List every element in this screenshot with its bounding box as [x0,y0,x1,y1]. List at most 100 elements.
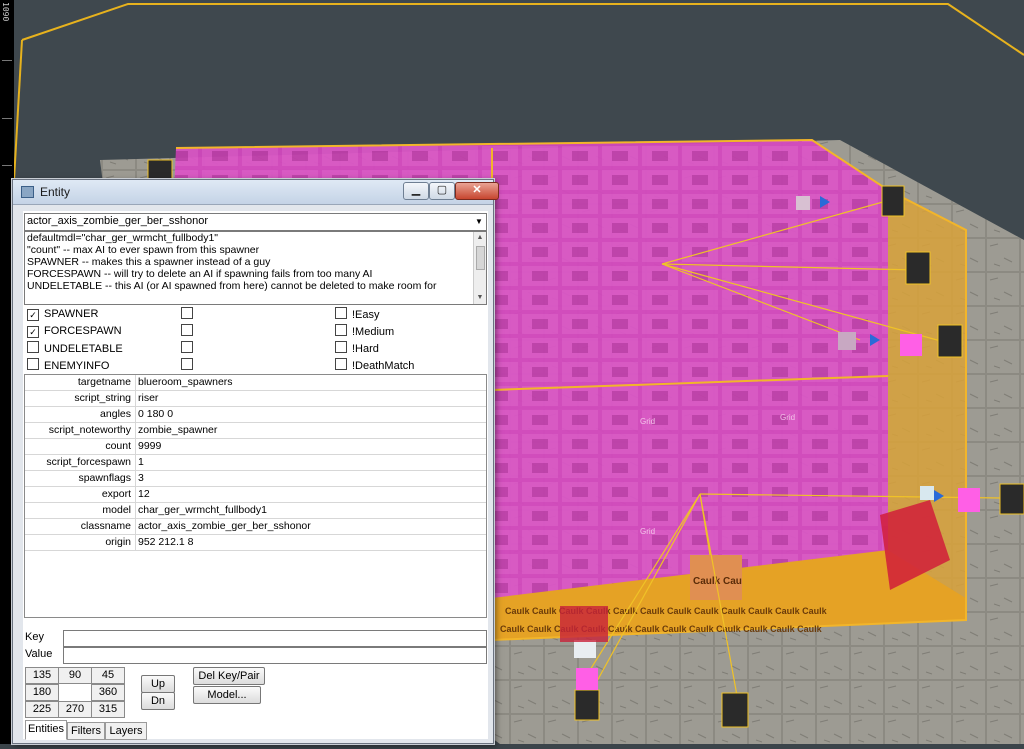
property-value: zombie_spawner [138,424,218,436]
table-row[interactable]: count 9999 [25,439,486,455]
column-divider [135,519,136,534]
key-value-list[interactable]: targetname blueroom_spawners script_strin… [24,374,487,618]
checkbox-checked-icon[interactable]: ✓ [27,326,39,338]
table-row[interactable]: script_noteworthy zombie_spawner [25,423,486,439]
angle-45-button[interactable]: 45 [91,667,125,684]
table-row[interactable]: classname actor_axis_zombie_ger_ber_sshon… [25,519,486,535]
checkbox-icon[interactable] [181,358,193,370]
flag-forcespawn[interactable]: ✓ FORCESPAWN [27,324,122,338]
minimize-button[interactable]: ▁ [403,182,429,200]
flag-not-deathmatch[interactable]: !DeathMatch [335,358,414,372]
flag-label: UNDELETABLE [44,343,123,355]
maximize-icon: ▢ [436,184,448,196]
scroll-up-icon[interactable]: ▲ [474,232,486,244]
tab-filters[interactable]: Filters [67,722,105,740]
key-label: Key [25,631,44,643]
key-input[interactable] [63,630,487,647]
angle-180-button[interactable]: 180 [25,684,59,701]
grid-label: Grid [640,417,655,426]
angle-360-button[interactable]: 360 [91,684,125,701]
table-row[interactable]: spawnflags 3 [25,471,486,487]
description-line: "count" -- max AI to ever spawn from thi… [27,244,260,256]
angle-135-button[interactable]: 135 [25,667,59,684]
caulk-label: Caulk Caulk Caulk Caulk Caulk Caulk Caul… [505,606,828,616]
table-row[interactable]: targetname blueroom_spawners [25,375,486,391]
entity-window: Entity ▁ ▢ ✕ actor_axis_zombie_ger_ber_s… [12,179,499,744]
chevron-down-icon[interactable]: ▼ [472,214,486,230]
property-key: count [105,440,131,452]
title-bar[interactable]: Entity ▁ ▢ ✕ [13,180,499,205]
scroll-down-icon[interactable]: ▼ [474,292,486,304]
flag-not-medium[interactable]: !Medium [335,324,394,338]
property-key: classname [80,520,131,532]
checkbox-checked-icon[interactable]: ✓ [27,309,39,321]
spawnflags-group: ✓ SPAWNER ✓ FORCESPAWN UNDELETABLE ENEMYIN… [25,307,485,377]
property-value: 9999 [138,440,162,452]
table-row[interactable]: model char_ger_wrmcht_fullbody1 [25,503,486,519]
property-value: 1 [138,456,144,468]
checkbox-icon[interactable] [181,307,193,319]
flag-unnamed[interactable] [181,307,198,321]
flag-unnamed[interactable] [181,358,198,372]
description-scrollbar[interactable]: ▲ ▼ [473,232,486,304]
column-divider [135,391,136,406]
angle-225-button[interactable]: 225 [25,701,59,718]
property-key: export [101,488,131,500]
table-row[interactable]: script_forcespawn 1 [25,455,486,471]
table-row[interactable]: origin 952 212.1 8 [25,535,486,551]
flag-unnamed[interactable] [181,324,198,338]
checkbox-icon[interactable] [335,307,347,319]
property-value: 0 180 0 [138,408,174,420]
model-button[interactable]: Model... [193,686,261,704]
ruler-label: 1090 [1,2,10,22]
description-box[interactable]: defaultmdl="char_ger_wrmcht_fullbody1" "… [24,231,487,305]
flag-label: !DeathMatch [352,360,415,372]
column-divider [135,407,136,422]
column-divider [135,423,136,438]
checkbox-icon[interactable] [335,341,347,353]
ruler-tick [2,60,12,61]
minimize-icon: ▁ [411,184,421,196]
angle-315-button[interactable]: 315 [91,701,125,718]
value-input[interactable] [63,647,487,664]
scroll-thumb[interactable] [476,246,485,270]
classname-combo[interactable]: actor_axis_zombie_ger_ber_sshonor ▼ [24,213,487,231]
entity-panel: actor_axis_zombie_ger_ber_sshonor ▼ defa… [23,211,488,740]
del-key-pair-button[interactable]: Del Key/Pair [193,667,265,685]
property-key: script_noteworthy [48,424,131,436]
checkbox-icon[interactable] [27,358,39,370]
flag-label: !Hard [352,343,379,355]
up-button[interactable]: Up [141,675,175,693]
flag-undeletable[interactable]: UNDELETABLE [27,341,123,355]
flag-label: ENEMYINFO [44,360,110,372]
checkbox-icon[interactable] [27,341,39,353]
property-key: origin [105,536,131,548]
flag-spawner[interactable]: ✓ SPAWNER [27,307,98,321]
property-key: script_forcespawn [46,456,131,468]
flag-not-hard[interactable]: !Hard [335,341,379,355]
maximize-button[interactable]: ▢ [429,182,455,200]
flag-not-easy[interactable]: !Easy [335,307,380,321]
angle-90-button[interactable]: 90 [58,667,92,684]
down-button[interactable]: Dn [141,692,175,710]
table-row[interactable]: angles 0 180 0 [25,407,486,423]
close-button[interactable]: ✕ [455,182,499,200]
tab-entities[interactable]: Entities [25,720,67,740]
table-row[interactable]: export 12 [25,487,486,503]
property-value: riser [138,392,159,404]
svg-text:Grid: Grid [780,413,795,422]
checkbox-icon[interactable] [181,341,193,353]
close-icon: ✕ [472,184,482,196]
checkbox-icon[interactable] [335,358,347,370]
flag-label: !Easy [352,309,380,321]
column-divider [135,439,136,454]
flag-unnamed[interactable] [181,341,198,355]
checkbox-icon[interactable] [181,324,193,336]
checkbox-icon[interactable] [335,324,347,336]
window-icon [21,186,34,198]
flag-label: !Medium [352,326,395,338]
table-row[interactable]: script_string riser [25,391,486,407]
angle-270-button[interactable]: 270 [58,701,92,718]
flag-enemyinfo[interactable]: ENEMYINFO [27,358,109,372]
tab-layers[interactable]: Layers [105,722,147,740]
